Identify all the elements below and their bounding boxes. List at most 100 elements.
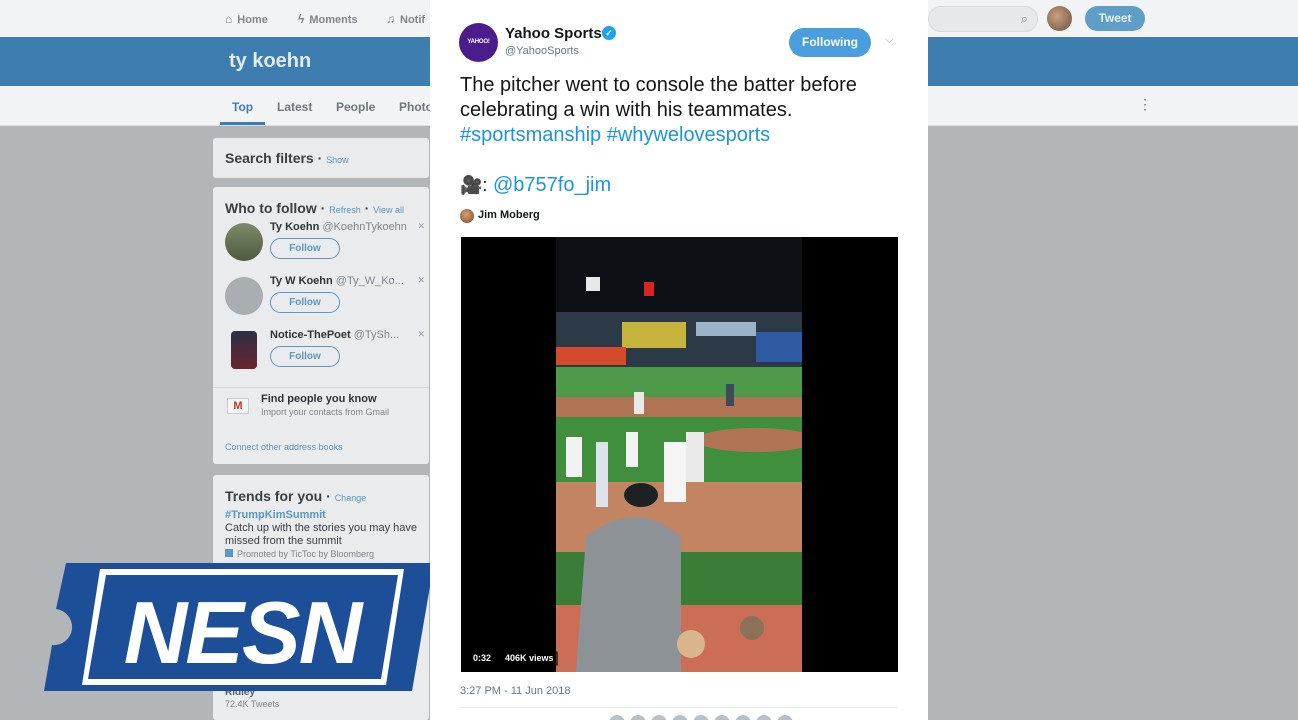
search-filters-label: Search filters [225,150,314,166]
suggested-user[interactable]: Ty W Koehn @Ty_W_Ko... Follow ✕ [213,269,429,323]
change-link[interactable]: Change [335,493,367,503]
suggested-user-name: Ty Koehn @KoehnTykoehn [270,221,407,233]
find-people-title: Find people you know [261,393,377,405]
avatar[interactable] [734,714,752,720]
find-people-item[interactable]: M Find people you know Import your conta… [213,387,429,423]
tweet-author-name[interactable]: Yahoo Sports [505,25,602,42]
home-icon: ⌂ [225,12,233,26]
nav-home-label: Home [237,14,268,26]
nav-notifications[interactable]: ♫ Notif [386,12,425,26]
bell-icon: ♫ [386,12,395,26]
nesn-wordmark: NESN [124,583,365,682]
user-handle: @KoehnTykoehn [322,221,407,233]
avatar[interactable] [692,714,710,720]
video-camera-credit-label: 🎥: [460,175,488,195]
avatar [225,223,263,261]
video-frame [556,237,802,672]
liker-avatars[interactable] [608,714,797,720]
outfield-ad [556,347,626,365]
dismiss-icon[interactable]: ✕ [417,329,425,340]
avatar[interactable] [629,714,647,720]
outfield-sign [756,332,802,362]
dismiss-icon[interactable]: ✕ [417,221,425,232]
spectator [677,630,705,658]
search-filters-show-link[interactable]: Show [326,155,349,165]
suggested-user-name: Ty W Koehn @Ty_W_Ko... [270,275,404,287]
find-people-subtitle: Import your contacts from Gmail [261,407,390,417]
tweet-hashtags[interactable]: #sportsmanship #whywelovesports [460,123,770,148]
avatar[interactable] [755,714,773,720]
who-to-follow-title: Who to follow · Refresh · View all [225,200,405,216]
credit-handle-link[interactable]: @b757fo_jim [493,174,611,196]
nav-home[interactable]: ⌂ Home [225,12,268,26]
warning-track [556,397,802,417]
suggested-user[interactable]: Ty Koehn @KoehnTykoehn Follow ✕ [213,215,429,269]
yahoo-sports-avatar[interactable]: YAHOO! SPORTS [459,23,498,84]
promoted-icon [225,549,233,557]
night-sky [556,237,802,312]
scoreboard-light [644,282,654,296]
player [664,442,686,502]
search-filters-card: Search filters · Show [213,138,429,178]
player [626,432,638,467]
tab-latest[interactable]: Latest [277,100,312,114]
lightning-icon: ϟ [298,12,305,26]
tab-people[interactable]: People [336,100,375,114]
nav-notifications-label: Notif [400,14,426,26]
tweet-author-handle[interactable]: @YahooSports [505,45,579,57]
spectator [740,616,764,640]
search-icon: ⌕ [1020,11,1028,26]
outfield-banner [622,322,686,348]
avatar[interactable] [713,714,731,720]
search-box[interactable]: ⌕ [928,6,1038,32]
trend-hashtag[interactable]: #TrumpKimSummit [225,509,326,521]
user-handle: @Ty_W_Ko... [335,275,404,287]
trend-description: Catch up with the stories you may have m… [225,522,417,547]
video-player[interactable]: 0:32 406K views [461,237,898,672]
tweet-button[interactable]: Tweet [1085,6,1145,31]
follow-button[interactable]: Follow [270,238,340,259]
suggested-user[interactable]: Notice-ThePoet @TySh... Follow ✕ [213,323,429,377]
trend-promoted: Promoted by TicToc by Bloomberg [225,549,374,559]
chevron-down-icon[interactable]: ⌵ [885,34,893,47]
tab-photos[interactable]: Photo [399,100,433,114]
avatar[interactable] [608,714,626,720]
follow-button[interactable]: Follow [270,346,340,367]
active-tab-indicator [220,122,265,125]
user-avatar[interactable] [1047,6,1072,31]
divider [460,707,898,708]
connect-address-books-link[interactable]: Connect other address books [225,442,343,452]
search-filters-title: Search filters · Show [225,150,349,166]
outfield-sign [696,322,756,336]
verified-icon: ✓ [602,26,616,40]
player [596,442,608,507]
video-views: 406K views [501,651,558,666]
avatar[interactable] [650,714,668,720]
fan-in-grey-shirt [576,517,681,672]
video-credit: 🎥: @b757fo_jim [460,173,611,198]
dismiss-icon[interactable]: ✕ [417,275,425,286]
tweet-text: The pitcher went to console the batter b… [460,74,857,121]
video-author-name[interactable]: Jim Moberg [478,209,540,221]
avatar[interactable] [671,714,689,720]
following-button[interactable]: Following [789,28,871,57]
view-all-link[interactable]: View all [373,205,404,215]
who-to-follow-card: Who to follow · Refresh · View all Ty Ko… [213,187,429,464]
follow-button[interactable]: Follow [270,292,340,313]
avatar[interactable] [776,714,794,720]
video-duration: 0:32 [469,651,496,666]
video-author-avatar[interactable] [460,209,474,223]
player [634,392,644,414]
user-handle: @TySh... [353,329,400,341]
tab-top[interactable]: Top [232,100,253,114]
more-options-icon[interactable]: ⋮ [1138,96,1152,113]
nav-moments[interactable]: ϟ Moments [298,12,358,26]
user-name: Ty W Koehn [270,275,333,287]
player [566,437,582,477]
tweet-modal: YAHOO! SPORTS Yahoo Sports ✓ @YahooSport… [430,0,928,720]
nesn-logo: NESN [44,563,434,691]
trends-label: Trends for you [225,488,323,504]
tweet-timestamp[interactable]: 3:27 PM - 11 Jun 2018 [460,685,570,697]
user-name: Notice-ThePoet [270,329,351,341]
refresh-link[interactable]: Refresh [329,205,361,215]
